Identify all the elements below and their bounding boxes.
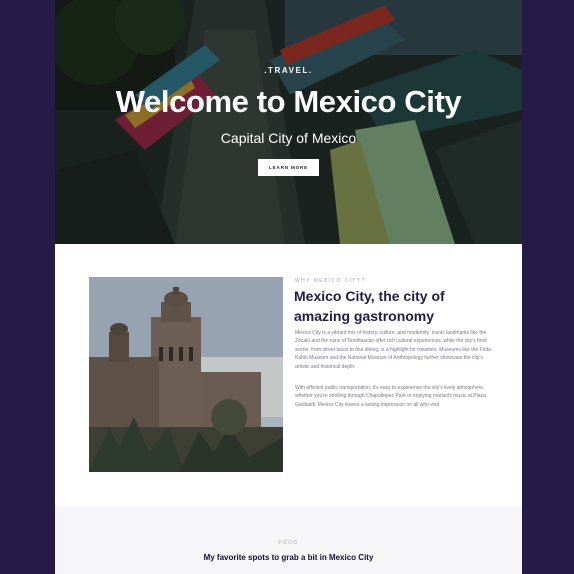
about-paragraph: Mexico City is a vibrant mix of history,… [295, 330, 491, 370]
about-section: WHY MEXICO CITY? Mexico City, the city o… [55, 244, 522, 506]
about-title: Mexico City, the city of amazing gastron… [294, 288, 445, 324]
about-paragraph: With efficient public transportation, it… [295, 385, 486, 408]
hero-overlay [55, 0, 522, 244]
learn-more-button[interactable]: LEARN MORE [258, 159, 319, 176]
hero-subtitle: Capital City of Mexico [220, 130, 357, 146]
food-title: My favorite spots to grab a bit in Mexic… [203, 553, 374, 562]
food-eyebrow: FOOD [278, 540, 299, 546]
cathedral-image [89, 277, 283, 472]
food-section: FOOD My favorite spots to grab a bit in … [55, 506, 522, 574]
hero-title: Welcome to Mexico City [115, 84, 462, 119]
about-eyebrow: WHY MEXICO CITY? [295, 278, 366, 284]
page-panel: .TRAVEL. Welcome to Mexico City Capital … [55, 0, 522, 574]
hero-eyebrow: .TRAVEL. [264, 66, 313, 75]
hero-section: .TRAVEL. Welcome to Mexico City Capital … [55, 0, 522, 244]
